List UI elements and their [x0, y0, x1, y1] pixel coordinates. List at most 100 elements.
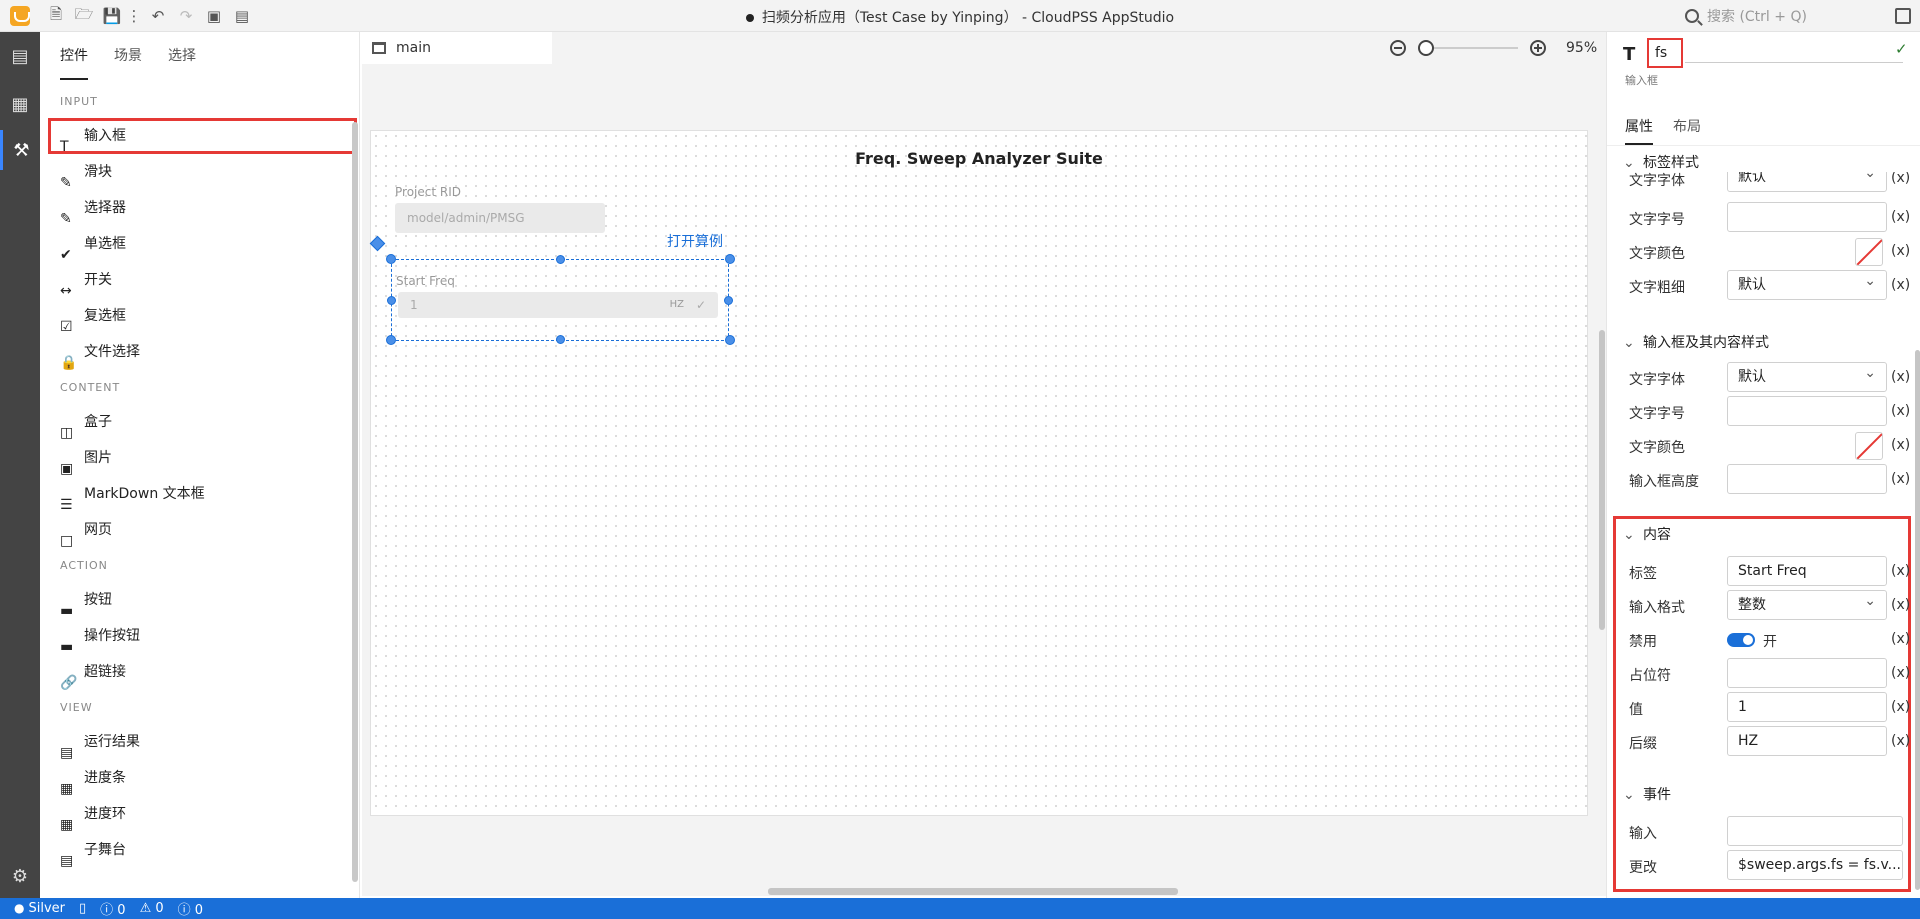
- input-size-expr[interactable]: (x): [1891, 403, 1910, 419]
- placeholder-expr[interactable]: (x): [1891, 665, 1910, 681]
- tab-layout[interactable]: 布局: [1673, 112, 1701, 145]
- zoom-slider-thumb[interactable]: [1418, 40, 1434, 56]
- input-font-select[interactable]: 默认: [1727, 359, 1887, 392]
- resources-icon[interactable]: ▦: [0, 84, 40, 124]
- tab-scenes[interactable]: 场景: [114, 45, 142, 80]
- section-label-style[interactable]: 标签样式: [1623, 152, 1699, 172]
- sidebar-item-markdown[interactable]: ☰ MarkDown 文本框: [40, 476, 359, 513]
- sidebar-item-selector[interactable]: ✎ 选择器: [40, 190, 359, 227]
- component-id-input[interactable]: fs: [1647, 38, 1683, 68]
- anchor-diamond-icon[interactable]: [369, 235, 386, 252]
- sidebar-item-hyperlink[interactable]: 🔗 超链接: [40, 654, 359, 691]
- props-header: T fs ✓ 输入框: [1607, 32, 1920, 96]
- pages-icon[interactable]: ▤: [0, 36, 40, 76]
- tools-icon[interactable]: ⚒: [0, 130, 40, 170]
- sidebar-item-checkbox[interactable]: ☑ 复选框: [40, 298, 359, 335]
- sidebar-item-webpage[interactable]: □ 网页: [40, 512, 359, 549]
- tab-main[interactable]: main: [362, 32, 552, 64]
- box-icon: ◫: [60, 425, 74, 441]
- zoom-slider[interactable]: [1418, 40, 1518, 56]
- input-size-input[interactable]: [1727, 396, 1887, 426]
- format-select[interactable]: 整数: [1727, 587, 1887, 620]
- sidebar-item-button[interactable]: ▬ 按钮: [40, 582, 359, 619]
- suffix-expr[interactable]: (x): [1891, 733, 1910, 749]
- label-weight-select[interactable]: 默认: [1727, 267, 1887, 300]
- input-font-expr[interactable]: (x): [1891, 369, 1910, 385]
- props-scrollbar[interactable]: [1915, 350, 1920, 890]
- canvas-app-title[interactable]: Freq. Sweep Analyzer Suite: [371, 149, 1587, 168]
- sidebar-item-run-result[interactable]: ▤ 运行结果: [40, 724, 359, 761]
- label-input[interactable]: Start Freq: [1727, 556, 1887, 586]
- suffix-input[interactable]: HZ: [1727, 726, 1887, 756]
- project-rid-input[interactable]: model/admin/PMSG: [395, 203, 605, 233]
- section-content[interactable]: 内容: [1623, 524, 1671, 544]
- label-font-select[interactable]: 默认: [1727, 172, 1887, 192]
- placeholder-input[interactable]: [1727, 658, 1887, 688]
- label-color-swatch[interactable]: [1855, 238, 1883, 266]
- tab-properties[interactable]: 属性: [1625, 112, 1653, 145]
- canvas-vertical-scrollbar[interactable]: [1599, 330, 1605, 630]
- prop-row-input-color: 文字颜色 (x): [1629, 430, 1910, 464]
- disabled-toggle[interactable]: [1727, 633, 1755, 647]
- zoom-in-icon[interactable]: [1530, 40, 1546, 56]
- resize-handle-b[interactable]: [556, 335, 565, 344]
- device-icon[interactable]: ▯: [79, 901, 86, 916]
- canvas-horizontal-scrollbar[interactable]: [768, 888, 1178, 895]
- input-color-expr[interactable]: (x): [1891, 437, 1910, 453]
- sidebar-item-radio[interactable]: ✔ 单选框: [40, 226, 359, 263]
- settings-gear-icon[interactable]: ⚙: [0, 856, 40, 896]
- section-events[interactable]: 事件: [1623, 784, 1671, 804]
- input-color-swatch[interactable]: [1855, 432, 1883, 460]
- sidebar-item-input-box[interactable]: T 输入框: [48, 118, 357, 155]
- info-count[interactable]: ⓘ 0: [178, 899, 203, 918]
- confirm-check-icon[interactable]: ✓: [1895, 40, 1908, 58]
- sidebar-item-slider[interactable]: ✎ 滑块: [40, 154, 359, 191]
- prop-row-label: 标签 Start Freq (x): [1629, 556, 1910, 590]
- sidebar-item-progress-ring[interactable]: ▦ 进度环: [40, 796, 359, 833]
- sidebar-item-image[interactable]: ▣ 图片: [40, 440, 359, 477]
- resize-handle-t[interactable]: [556, 255, 565, 264]
- sidebar-item-progress-bar[interactable]: ▦ 进度条: [40, 760, 359, 797]
- start-freq-input[interactable]: 1 HZ ✓: [398, 292, 718, 318]
- resize-handle-r[interactable]: [724, 296, 733, 305]
- resize-handle-tl[interactable]: [386, 254, 396, 264]
- event-input-field[interactable]: [1727, 816, 1903, 846]
- section-input-style[interactable]: 输入框及其内容样式: [1623, 332, 1769, 352]
- maximize-icon[interactable]: [1895, 8, 1911, 24]
- resize-handle-bl[interactable]: [386, 335, 396, 345]
- sidebar-item-action-button[interactable]: ▬ 操作按钮: [40, 618, 359, 655]
- input-height-input[interactable]: [1727, 464, 1887, 494]
- sidebar-item-box[interactable]: ◫ 盒子: [40, 404, 359, 441]
- tab-select[interactable]: 选择: [168, 45, 196, 80]
- sidebar-scrollbar[interactable]: [352, 122, 358, 882]
- sidebar-item-file-select[interactable]: 🔒 文件选择: [40, 334, 359, 371]
- value-expr[interactable]: (x): [1891, 699, 1910, 715]
- input-height-expr[interactable]: (x): [1891, 471, 1910, 487]
- format-expr[interactable]: (x): [1891, 597, 1910, 613]
- project-rid-label: Project RID: [395, 185, 461, 199]
- error-count[interactable]: ⓘ 0: [100, 899, 125, 918]
- global-search[interactable]: 搜索 (Ctrl + Q): [1685, 4, 1885, 28]
- disabled-expr[interactable]: (x): [1891, 631, 1910, 647]
- resize-handle-br[interactable]: [725, 335, 735, 345]
- open-example-link[interactable]: 打开算例: [667, 231, 723, 251]
- design-canvas[interactable]: Freq. Sweep Analyzer Suite Project RID m…: [369, 130, 1588, 816]
- zoom-out-icon[interactable]: [1390, 40, 1406, 56]
- warning-count[interactable]: ⚠ 0: [140, 901, 164, 916]
- component-sidebar: 控件 场景 选择 INPUT T 输入框 ✎ 滑块 ✎ 选择器 ✔ 单选框 ↔ 开关 ☑ 复…: [40, 32, 360, 898]
- resize-handle-tr[interactable]: [725, 254, 735, 264]
- event-change-field[interactable]: $sweep.args.fs = fs.v...: [1727, 850, 1903, 880]
- sidebar-item-substage[interactable]: ▤ 子舞台: [40, 832, 359, 869]
- label-weight-expr[interactable]: (x): [1891, 277, 1910, 293]
- tab-controls[interactable]: 控件: [60, 45, 88, 80]
- user-status[interactable]: Silver: [14, 901, 65, 916]
- label-expr[interactable]: (x): [1891, 563, 1910, 579]
- label-size-input[interactable]: [1727, 202, 1887, 232]
- sidebar-item-switch[interactable]: ↔ 开关: [40, 262, 359, 299]
- label-size-expr[interactable]: (x): [1891, 209, 1910, 225]
- label-color-expr[interactable]: (x): [1891, 243, 1910, 259]
- label-font-expr[interactable]: (x): [1891, 172, 1909, 186]
- value-input[interactable]: 1: [1727, 692, 1887, 722]
- selected-input-box[interactable]: Start Freq 1 HZ ✓: [386, 254, 735, 345]
- resize-handle-l[interactable]: [387, 296, 396, 305]
